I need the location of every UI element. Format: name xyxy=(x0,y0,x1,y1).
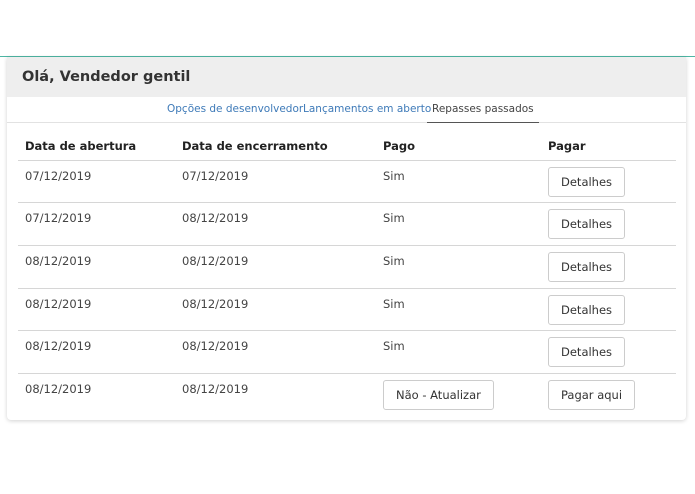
action-cell: Detalhes xyxy=(541,160,676,204)
paid-status-cell: Sim xyxy=(376,160,541,204)
open-date-cell: 08/12/2019 xyxy=(25,381,92,396)
table-row: 08/12/2019 08/12/2019 Sim Detalhes xyxy=(18,330,676,374)
action-cell: Detalhes xyxy=(541,330,676,374)
open-date-cell: 07/12/2019 xyxy=(18,160,175,204)
column-header-paid: Pago xyxy=(376,136,541,161)
action-cell: Detalhes xyxy=(541,288,676,332)
column-header-pay: Pagar xyxy=(541,136,676,161)
tab-past-payouts[interactable]: Repasses passados xyxy=(427,101,539,123)
details-button[interactable]: Detalhes xyxy=(548,337,626,368)
open-date-cell: 08/12/2019 xyxy=(18,330,175,374)
close-date-cell: 08/12/2019 xyxy=(182,381,249,396)
close-date-cell: 08/12/2019 xyxy=(175,288,376,332)
payouts-table: Data de abertura Data de encerramento Pa… xyxy=(18,136,676,416)
column-header-close-date: Data de encerramento xyxy=(175,136,376,161)
tab-bar: Opções de desenvolvedor Lançamentos em a… xyxy=(7,97,686,123)
table-row: 08/12/2019 08/12/2019 Sim Detalhes xyxy=(18,245,676,289)
table-header-row: Data de abertura Data de encerramento Pa… xyxy=(18,136,676,161)
table-row: 08/12/2019 08/12/2019 Sim Detalhes xyxy=(18,288,676,332)
action-cell: Detalhes xyxy=(541,202,676,246)
open-date-cell: 08/12/2019 xyxy=(18,288,175,332)
paid-status-cell: Sim xyxy=(376,202,541,246)
details-button[interactable]: Detalhes xyxy=(548,209,626,240)
payouts-card: Olá, Vendedor gentil Opções de desenvolv… xyxy=(7,57,686,420)
action-cell: Detalhes xyxy=(541,245,676,289)
details-button[interactable]: Detalhes xyxy=(548,251,626,282)
paid-status-cell: Sim xyxy=(376,245,541,289)
update-payment-button[interactable]: Não - Atualizar xyxy=(383,379,494,410)
paid-status-cell: Sim xyxy=(376,288,541,332)
paid-status-cell: Não - Atualizar xyxy=(376,373,541,416)
tab-developer-options[interactable]: Opções de desenvolvedor xyxy=(162,101,308,123)
tab-open-releases[interactable]: Lançamentos em aberto xyxy=(298,101,436,123)
close-date-cell: 08/12/2019 xyxy=(175,330,376,374)
open-date-cell: 08/12/2019 xyxy=(18,245,175,289)
action-cell: Pagar aqui xyxy=(541,373,676,416)
close-date-cell: 08/12/2019 xyxy=(175,202,376,246)
table-row: 08/12/2019 08/12/2019 Não - Atualizar Pa… xyxy=(18,373,676,416)
details-button[interactable]: Detalhes xyxy=(548,166,626,197)
table-row: 07/12/2019 08/12/2019 Sim Detalhes xyxy=(18,202,676,246)
open-date-cell: 07/12/2019 xyxy=(18,202,175,246)
table-row: 07/12/2019 07/12/2019 Sim Detalhes xyxy=(18,160,676,204)
close-date-cell: 08/12/2019 xyxy=(175,245,376,289)
details-button[interactable]: Detalhes xyxy=(548,294,626,325)
column-header-open-date: Data de abertura xyxy=(18,136,175,161)
close-date-cell: 07/12/2019 xyxy=(175,160,376,204)
pay-here-button[interactable]: Pagar aqui xyxy=(548,379,636,410)
paid-status-cell: Sim xyxy=(376,330,541,374)
page-title: Olá, Vendedor gentil xyxy=(7,57,686,97)
